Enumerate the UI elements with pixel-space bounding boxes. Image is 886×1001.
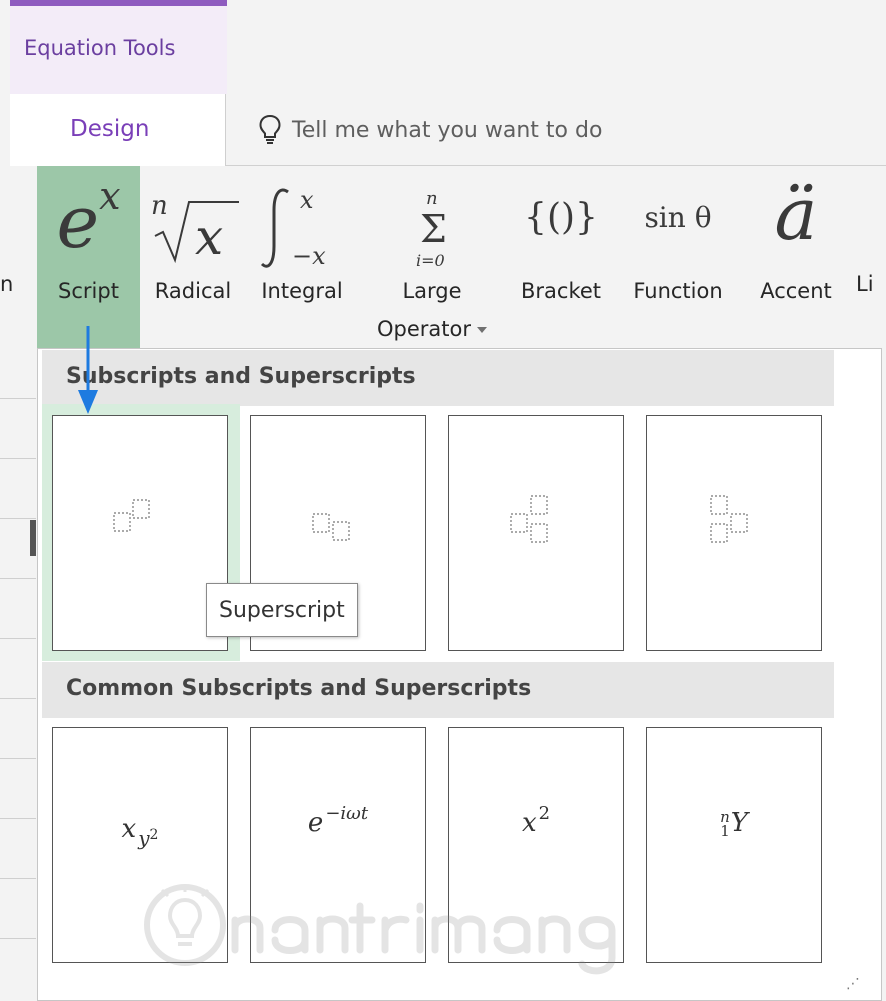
function-label: Function [633,279,723,303]
gallery-item-subscript-superscript[interactable] [448,415,624,651]
ribbon-cut-label-left: n [0,272,14,296]
svg-text:n: n [426,188,438,209]
arrow-down-icon [78,326,98,414]
document-line [0,638,36,639]
accent-label: Accent [760,279,832,303]
ribbon-cut-label-right: Li [856,272,874,296]
svg-text:x: x [300,186,314,214]
tooltip: Superscript [206,583,358,637]
document-line [0,938,36,939]
resize-grip-icon[interactable]: ⋰ [846,976,860,992]
svg-text:x: x [195,208,223,266]
svg-text:−x: −x [292,242,326,270]
tab-design-label: Design [70,116,150,142]
tab-design[interactable]: Design [10,94,226,166]
svg-text:i=0: i=0 [416,251,445,270]
svg-text:Σ: Σ [420,207,447,251]
tell-me-search[interactable]: Tell me what you want to do [258,112,602,148]
function-button[interactable]: sin θ Function [618,166,738,376]
gallery-item-left-subscript-superscript[interactable] [646,415,822,651]
document-line [0,698,36,699]
accent-button[interactable]: ä Accent [744,166,848,376]
script-label: Script [58,279,119,303]
watermark-logo [144,884,616,975]
math-preview: e −iωt [307,803,369,838]
integral-symbol-icon: x −x [260,186,326,270]
document-line [0,518,36,519]
document-line [0,878,36,879]
document-cursor-fragment [30,520,36,556]
document-line [0,758,36,759]
document-line [0,818,36,819]
tell-me-placeholder: Tell me what you want to do [292,117,603,143]
script-symbol: ex [56,174,121,264]
chevron-down-icon[interactable] [477,327,487,333]
radical-label: Radical [154,279,232,303]
left-subsup-template-icon [710,495,748,543]
equation-tools-context-tab: Equation Tools [10,0,227,94]
subsup-template-icon [510,495,548,543]
document-line [0,578,36,579]
gallery-item-superscript[interactable] [52,415,228,651]
large-operator-button[interactable]: n Σ i=0 Large Operator [362,166,502,376]
large-operator-label: Large Operator [362,272,502,348]
document-line [0,458,36,459]
document-line [0,398,36,399]
integral-label: Integral [261,279,343,303]
radical-symbol-icon: n x [151,191,239,266]
bracket-label: Bracket [520,279,602,303]
svg-text:n: n [151,191,168,221]
summation-symbol-icon: n Σ i=0 [416,188,447,270]
bracket-button[interactable]: {()} Bracket [510,166,612,376]
radical-button[interactable]: n x Radical [143,166,243,376]
lightbulb-icon [259,114,281,144]
bracket-symbol: {()} [524,197,598,238]
section-header-subscripts-superscripts: Subscripts and Superscripts [42,350,834,406]
function-symbol: sin θ [644,201,712,234]
integral-button[interactable]: x −x Integral [250,166,354,376]
context-tab-label: Equation Tools [24,36,176,60]
superscript-template-icon [113,499,150,532]
section-header-common-subscripts: Common Subscripts and Superscripts [42,662,834,718]
math-preview: n 1 Y [720,808,748,840]
accent-symbol: ä [774,172,818,256]
math-preview: x y2 [121,814,159,850]
math-preview: x2 [521,803,551,838]
